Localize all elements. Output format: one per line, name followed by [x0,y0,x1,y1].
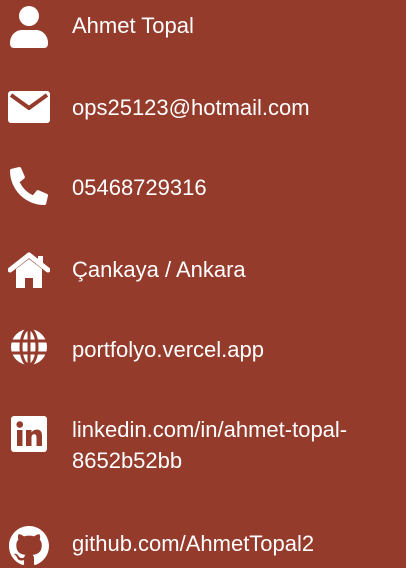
linkedin-text-line2: 8652b52bb [72,448,183,473]
linkedin-text-line1: linkedin.com/in/ahmet-topal- [72,417,348,442]
github-icon [7,524,51,568]
phone-icon [7,164,51,208]
linkedin-icon [7,412,51,456]
contact-github-link[interactable]: github.com/AhmetTopal2 [72,528,402,559]
globe-icon [7,325,51,369]
user-icon [7,5,51,49]
envelope-icon [7,85,51,129]
contact-name: Ahmet Topal [72,13,194,38]
contact-location: Çankaya / Ankara [72,257,246,282]
contact-email-link[interactable]: ops25123@hotmail.com [72,92,402,123]
contact-website-link[interactable]: portfolyo.vercel.app [72,334,402,365]
contact-linkedin-link[interactable]: linkedin.com/in/ahmet-topal- 8652b52bb [72,414,402,476]
contact-phone-link[interactable]: 05468729316 [72,172,402,203]
home-icon [7,248,51,292]
